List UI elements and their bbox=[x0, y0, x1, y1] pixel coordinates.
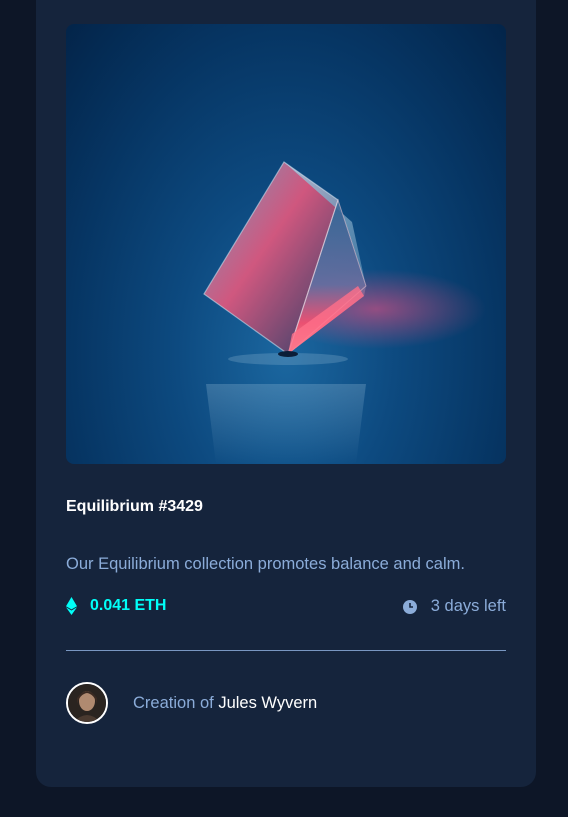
nft-card: Equilibrium #3429 Our Equilibrium collec… bbox=[36, 0, 536, 787]
time-left-value: 3 days left bbox=[430, 597, 506, 615]
time-left: 3 days left bbox=[402, 597, 506, 616]
nft-price: 0.041 ETH bbox=[66, 597, 166, 615]
ethereum-icon bbox=[66, 597, 77, 615]
nft-description: Our Equilibrium collection promotes bala… bbox=[66, 555, 465, 573]
creator-prefix: Creation of bbox=[133, 693, 214, 712]
divider bbox=[66, 650, 506, 651]
avatar bbox=[66, 682, 108, 724]
crystal-cube-image bbox=[203, 161, 486, 464]
creator-info: Creation of Jules Wyvern bbox=[66, 682, 317, 724]
price-value: 0.041 ETH bbox=[90, 597, 167, 614]
avatar-image bbox=[68, 684, 106, 722]
nft-title[interactable]: Equilibrium #3429 bbox=[66, 498, 203, 516]
creator-text: Creation of Jules Wyvern bbox=[133, 694, 317, 713]
creator-name[interactable]: Jules Wyvern bbox=[218, 694, 317, 712]
nft-image[interactable] bbox=[66, 24, 506, 464]
clock-icon bbox=[402, 599, 417, 614]
